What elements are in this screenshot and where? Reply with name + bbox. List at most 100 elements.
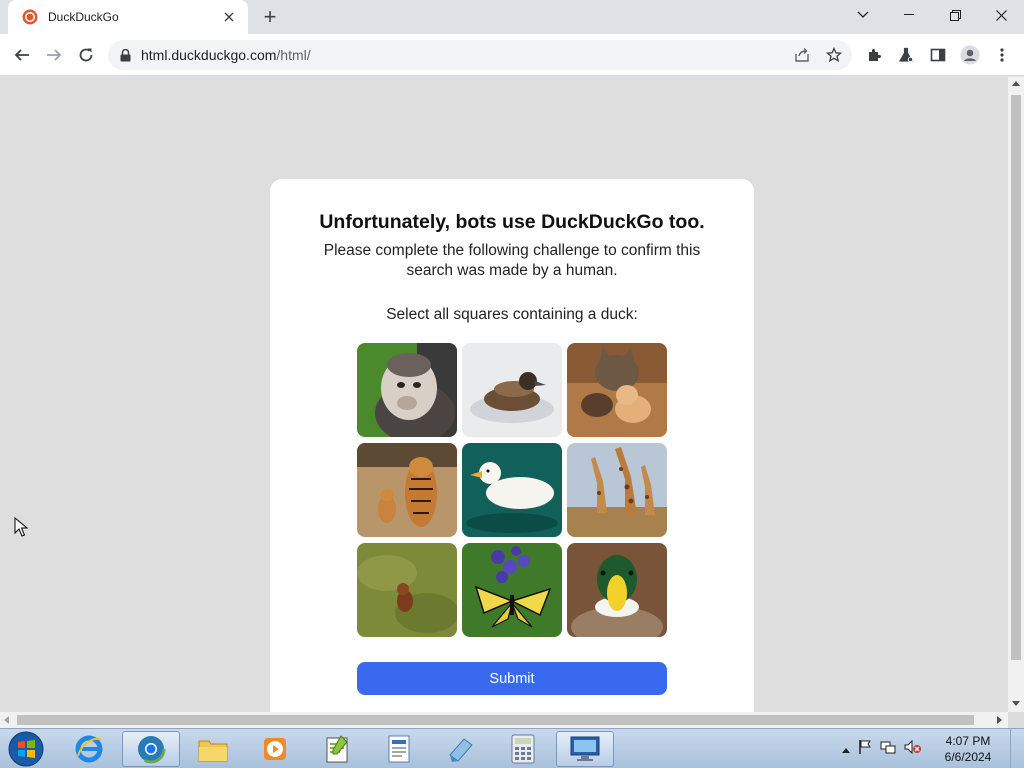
- share-icon: [795, 48, 809, 62]
- reload-button[interactable]: [72, 41, 100, 69]
- start-button[interactable]: [4, 730, 48, 768]
- taskbar-notepad-plus[interactable]: [308, 731, 366, 767]
- close-icon: [995, 9, 1007, 21]
- network-icon[interactable]: [880, 739, 896, 760]
- volume-muted-icon[interactable]: [904, 739, 922, 760]
- minimize-icon: [904, 14, 914, 15]
- monkey-image: [357, 343, 457, 437]
- browser-toolbar: html.duckduckgo.com/html/: [0, 34, 1024, 76]
- windows-taskbar: 4:07 PM 6/6/2024: [0, 728, 1024, 768]
- side-panel-icon: [930, 48, 946, 62]
- notepad-plus-icon: [326, 735, 348, 763]
- scroll-right-icon[interactable]: [997, 716, 1002, 724]
- taskbar-paint[interactable]: [432, 731, 490, 767]
- browser-menu-button[interactable]: [988, 41, 1016, 69]
- animal-grass-image: [357, 543, 457, 637]
- restore-button[interactable]: [932, 0, 978, 30]
- minimize-button[interactable]: [886, 0, 932, 30]
- challenge-prompt: Select all squares containing a duck:: [386, 306, 638, 323]
- chrome-icon: [136, 734, 166, 764]
- url-path: /html/: [276, 47, 311, 63]
- side-panel-button[interactable]: [924, 41, 952, 69]
- mallard-image: [567, 543, 667, 637]
- tile-butterfly[interactable]: [462, 543, 562, 637]
- lab-button[interactable]: [892, 41, 920, 69]
- menu-icon: [1000, 48, 1004, 62]
- taskbar-file-explorer[interactable]: [184, 731, 242, 767]
- wordpad-icon: [388, 735, 410, 763]
- extensions-icon: [869, 49, 881, 61]
- calculator-icon: [511, 734, 535, 764]
- media-player-icon: [264, 738, 286, 760]
- back-icon: [14, 49, 29, 61]
- challenge-subtext: Please complete the following challenge …: [323, 242, 701, 279]
- tile-white-duck[interactable]: [462, 443, 562, 537]
- tab-strip: DuckDuckGo +: [0, 0, 1024, 34]
- tile-giraffes[interactable]: [567, 443, 667, 537]
- taskbar-calculator[interactable]: [494, 731, 552, 767]
- white-duck-image: [462, 443, 562, 537]
- action-center-flag-icon[interactable]: [858, 739, 872, 760]
- challenge-card: Unfortunately, bots use DuckDuckGo too. …: [270, 179, 754, 712]
- submit-button[interactable]: Submit: [357, 662, 667, 695]
- tile-animal-grass[interactable]: [357, 543, 457, 637]
- show-hidden-icons-icon[interactable]: [842, 740, 850, 758]
- tile-cat-kittens[interactable]: [567, 343, 667, 437]
- page-viewport: Unfortunately, bots use DuckDuckGo too. …: [0, 77, 1008, 712]
- url-text[interactable]: html.duckduckgo.com/html/: [141, 47, 311, 63]
- taskbar-remote-desktop[interactable]: [556, 731, 614, 767]
- system-tray: [842, 739, 922, 759]
- back-button[interactable]: [8, 41, 36, 69]
- mouse-cursor-icon: [14, 517, 28, 537]
- butterfly-image: [462, 543, 562, 637]
- address-bar[interactable]: html.duckduckgo.com/html/: [108, 40, 852, 70]
- start-orb-icon: [8, 731, 44, 767]
- duck-swimming-image: [462, 343, 562, 437]
- tile-duck-swimming[interactable]: [462, 343, 562, 437]
- scroll-corner: [1008, 712, 1024, 728]
- bookmark-button[interactable]: [820, 41, 848, 69]
- scroll-down-icon[interactable]: [1012, 701, 1020, 706]
- taskbar-media-player[interactable]: [246, 731, 304, 767]
- horizontal-scrollbar[interactable]: [0, 712, 1008, 728]
- remote-desktop-icon: [570, 736, 600, 761]
- paint-icon: [449, 738, 473, 762]
- scroll-up-icon[interactable]: [1012, 81, 1020, 86]
- taskbar-clock[interactable]: 4:07 PM 6/6/2024: [936, 733, 1000, 765]
- close-window-button[interactable]: [978, 0, 1024, 30]
- image-grid: [357, 343, 669, 639]
- forward-button[interactable]: [40, 41, 68, 69]
- show-desktop-button[interactable]: [1010, 729, 1024, 768]
- profile-button[interactable]: [956, 41, 984, 69]
- tile-tiger[interactable]: [357, 443, 457, 537]
- giraffes-image: [567, 443, 667, 537]
- vertical-scroll-thumb[interactable]: [1011, 95, 1021, 660]
- taskbar-internet-explorer[interactable]: [60, 731, 118, 767]
- tile-monkey[interactable]: [357, 343, 457, 437]
- browser-tab[interactable]: DuckDuckGo: [8, 0, 248, 34]
- share-button[interactable]: [788, 41, 816, 69]
- taskbar-chrome[interactable]: [122, 731, 180, 767]
- tile-mallard[interactable]: [567, 543, 667, 637]
- restore-icon: [949, 9, 961, 21]
- extensions-button[interactable]: [860, 41, 888, 69]
- tab-title: DuckDuckGo: [48, 10, 119, 24]
- plus-icon: +: [263, 4, 277, 29]
- profile-icon: [960, 45, 980, 65]
- clock-time: 4:07 PM: [945, 734, 991, 748]
- tab-search-button[interactable]: [840, 0, 886, 30]
- lab-icon: [898, 47, 914, 63]
- horizontal-scroll-thumb[interactable]: [17, 715, 974, 725]
- file-explorer-icon: [198, 740, 228, 762]
- lock-icon[interactable]: [120, 48, 131, 62]
- scroll-left-icon[interactable]: [4, 716, 9, 724]
- duckduckgo-favicon-icon: [22, 9, 38, 25]
- taskbar-wordpad[interactable]: [370, 731, 428, 767]
- new-tab-button[interactable]: +: [258, 5, 282, 29]
- chevron-down-icon: [857, 11, 869, 18]
- vertical-scrollbar[interactable]: [1008, 77, 1024, 712]
- challenge-heading: Unfortunately, bots use DuckDuckGo too.: [319, 211, 705, 233]
- tiger-image: [357, 443, 457, 537]
- tab-close-icon[interactable]: [220, 8, 238, 26]
- forward-icon: [47, 49, 62, 61]
